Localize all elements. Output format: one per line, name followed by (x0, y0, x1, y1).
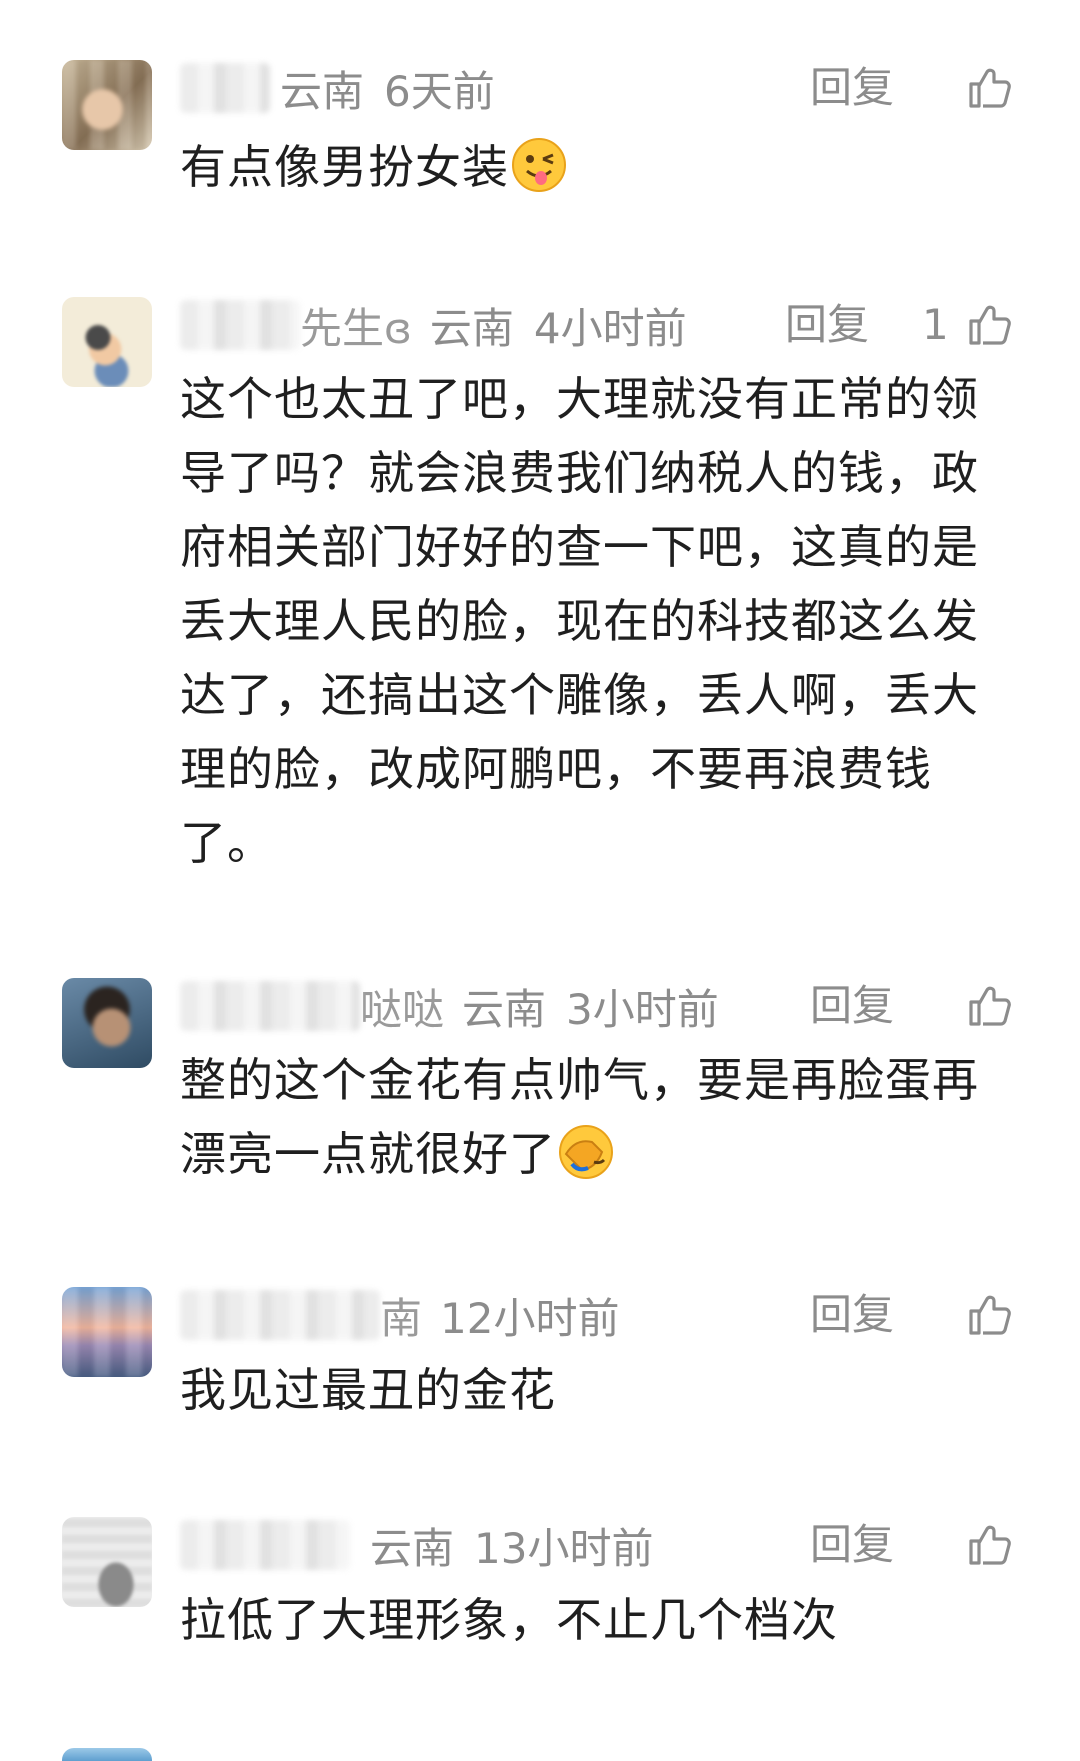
comment-content: 拉低了大理形象，不止几个档次 (180, 1593, 838, 1647)
comment-content: 我见过最丑的金花 (180, 1363, 556, 1417)
avatar[interactable] (62, 297, 152, 387)
comment-time: 6天前 (384, 66, 495, 116)
comment-meta: 云南 13小时前 (180, 1517, 653, 1573)
winking-tongue-emoji (512, 138, 566, 192)
comment-meta: 云南 6天前 (180, 60, 495, 116)
username-redacted[interactable] (180, 1520, 350, 1570)
comment-meta: 南 12小时前 (180, 1287, 619, 1343)
username[interactable]: 先生ɞ (300, 295, 412, 356)
username[interactable]: 南 (380, 1285, 422, 1346)
reply-button[interactable]: 回复 (810, 60, 894, 116)
avatar[interactable] (62, 1287, 152, 1377)
comment-time: 12小时前 (440, 1293, 620, 1343)
comment-content: 这个也太丑了吧，大理就没有正常的领导了吗？就会浪费我们纳税人的钱，政府相关部门好… (180, 372, 979, 870)
username-redacted[interactable] (180, 63, 270, 113)
username-redacted[interactable] (180, 1290, 380, 1340)
comment-region: 云南 (429, 303, 514, 353)
comment-region: 云南 (462, 984, 547, 1034)
comment-region: 云南 (280, 66, 365, 116)
comment-content: 有点像男扮女装 (180, 130, 1000, 204)
username-redacted[interactable] (180, 981, 360, 1031)
comment-time: 4小时前 (533, 303, 687, 353)
comment-time: 13小时前 (474, 1523, 654, 1573)
comment-content: 整的这个金花有点帅气，要是再脸蛋再漂亮一点就很好了 (180, 1043, 1000, 1191)
thumbs-up-icon[interactable] (965, 1521, 1013, 1569)
comment-time: 3小时前 (566, 984, 719, 1034)
reply-button[interactable]: 回复 (810, 1287, 894, 1343)
reply-button[interactable]: 回复 (785, 297, 869, 353)
username[interactable]: 哒哒 (360, 976, 444, 1037)
avatar[interactable] (62, 60, 152, 150)
thumbs-up-icon[interactable] (965, 982, 1013, 1030)
avatar[interactable] (62, 1517, 152, 1607)
thumbs-up-icon[interactable] (965, 1291, 1013, 1339)
avatar[interactable] (62, 978, 152, 1068)
avatar[interactable] (62, 1748, 152, 1761)
facepalm-emoji (559, 1125, 613, 1179)
thumbs-up-icon[interactable] (965, 64, 1013, 112)
comment-meta: 先生ɞ 云南 4小时前 (180, 297, 687, 353)
comment-meta: 哒哒 云南 3小时前 (180, 978, 719, 1034)
like-count: 1 (922, 300, 949, 349)
comment-text: 有点像男扮女装 (180, 140, 509, 194)
username-redacted[interactable] (180, 300, 300, 350)
reply-button[interactable]: 回复 (810, 1517, 894, 1573)
thumbs-up-icon[interactable] (965, 301, 1013, 349)
reply-button[interactable]: 回复 (810, 978, 894, 1034)
comment-region: 云南 (370, 1523, 455, 1573)
